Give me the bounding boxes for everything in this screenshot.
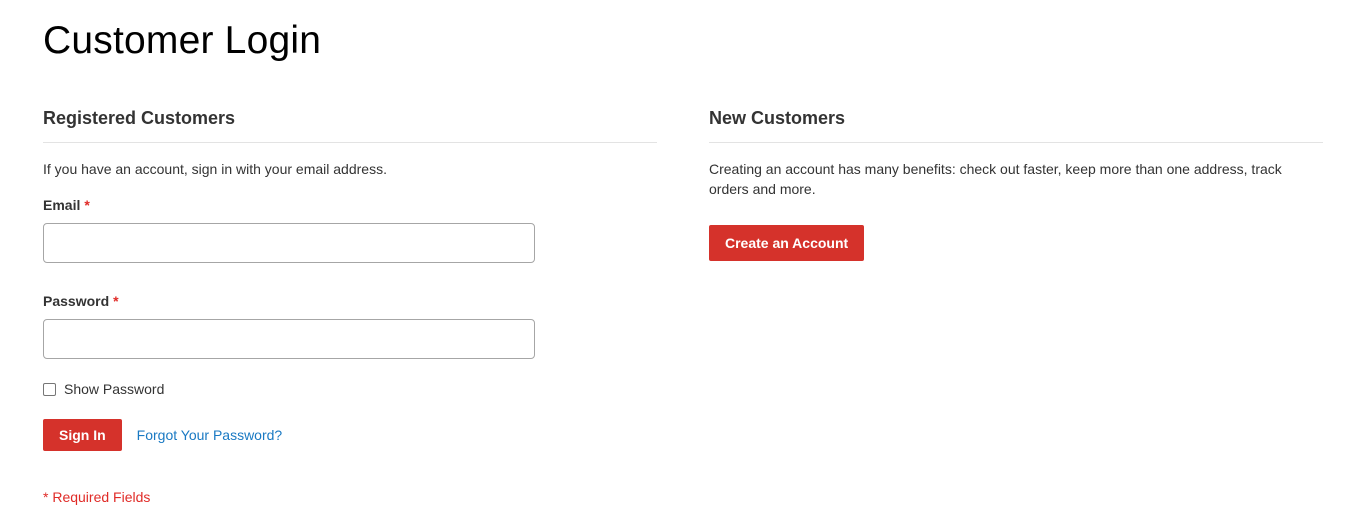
registered-customers-block: Registered Customers If you have an acco… xyxy=(43,106,657,507)
email-required-marker: * xyxy=(84,197,90,213)
show-password-label: Show Password xyxy=(64,381,165,397)
email-input[interactable] xyxy=(43,223,535,263)
registered-intro: If you have an account, sign in with you… xyxy=(43,161,387,177)
login-actions: Sign In Forgot Your Password? xyxy=(43,419,657,451)
registered-customers-title-text: Registered Customers xyxy=(43,108,236,128)
show-password-checkbox[interactable] xyxy=(43,382,56,396)
create-account-button[interactable]: Create an Account xyxy=(709,225,865,261)
forgot-password-link[interactable]: Forgot Your Password? xyxy=(137,425,283,445)
password-input[interactable] xyxy=(43,319,535,359)
new-customers-intro: Creating an account has many benefits: c… xyxy=(709,161,1282,197)
password-label: Password xyxy=(43,293,110,309)
registered-customers-title: Registered Customers xyxy=(43,106,657,143)
password-required-marker: * xyxy=(113,293,119,309)
password-field-group: Password * xyxy=(43,291,657,359)
new-customers-block: New Customers Creating an account has ma… xyxy=(709,106,1323,261)
page-title: Customer Login xyxy=(43,19,322,62)
new-customers-title-text: New Customers xyxy=(709,108,846,128)
email-field-group: Email * xyxy=(43,195,657,263)
email-label: Email xyxy=(43,197,81,213)
required-fields-note: * Required Fields xyxy=(43,489,151,505)
sign-in-button[interactable]: Sign In xyxy=(43,419,122,451)
new-customers-title: New Customers xyxy=(709,106,1323,143)
show-password-option[interactable]: Show Password xyxy=(43,379,657,399)
